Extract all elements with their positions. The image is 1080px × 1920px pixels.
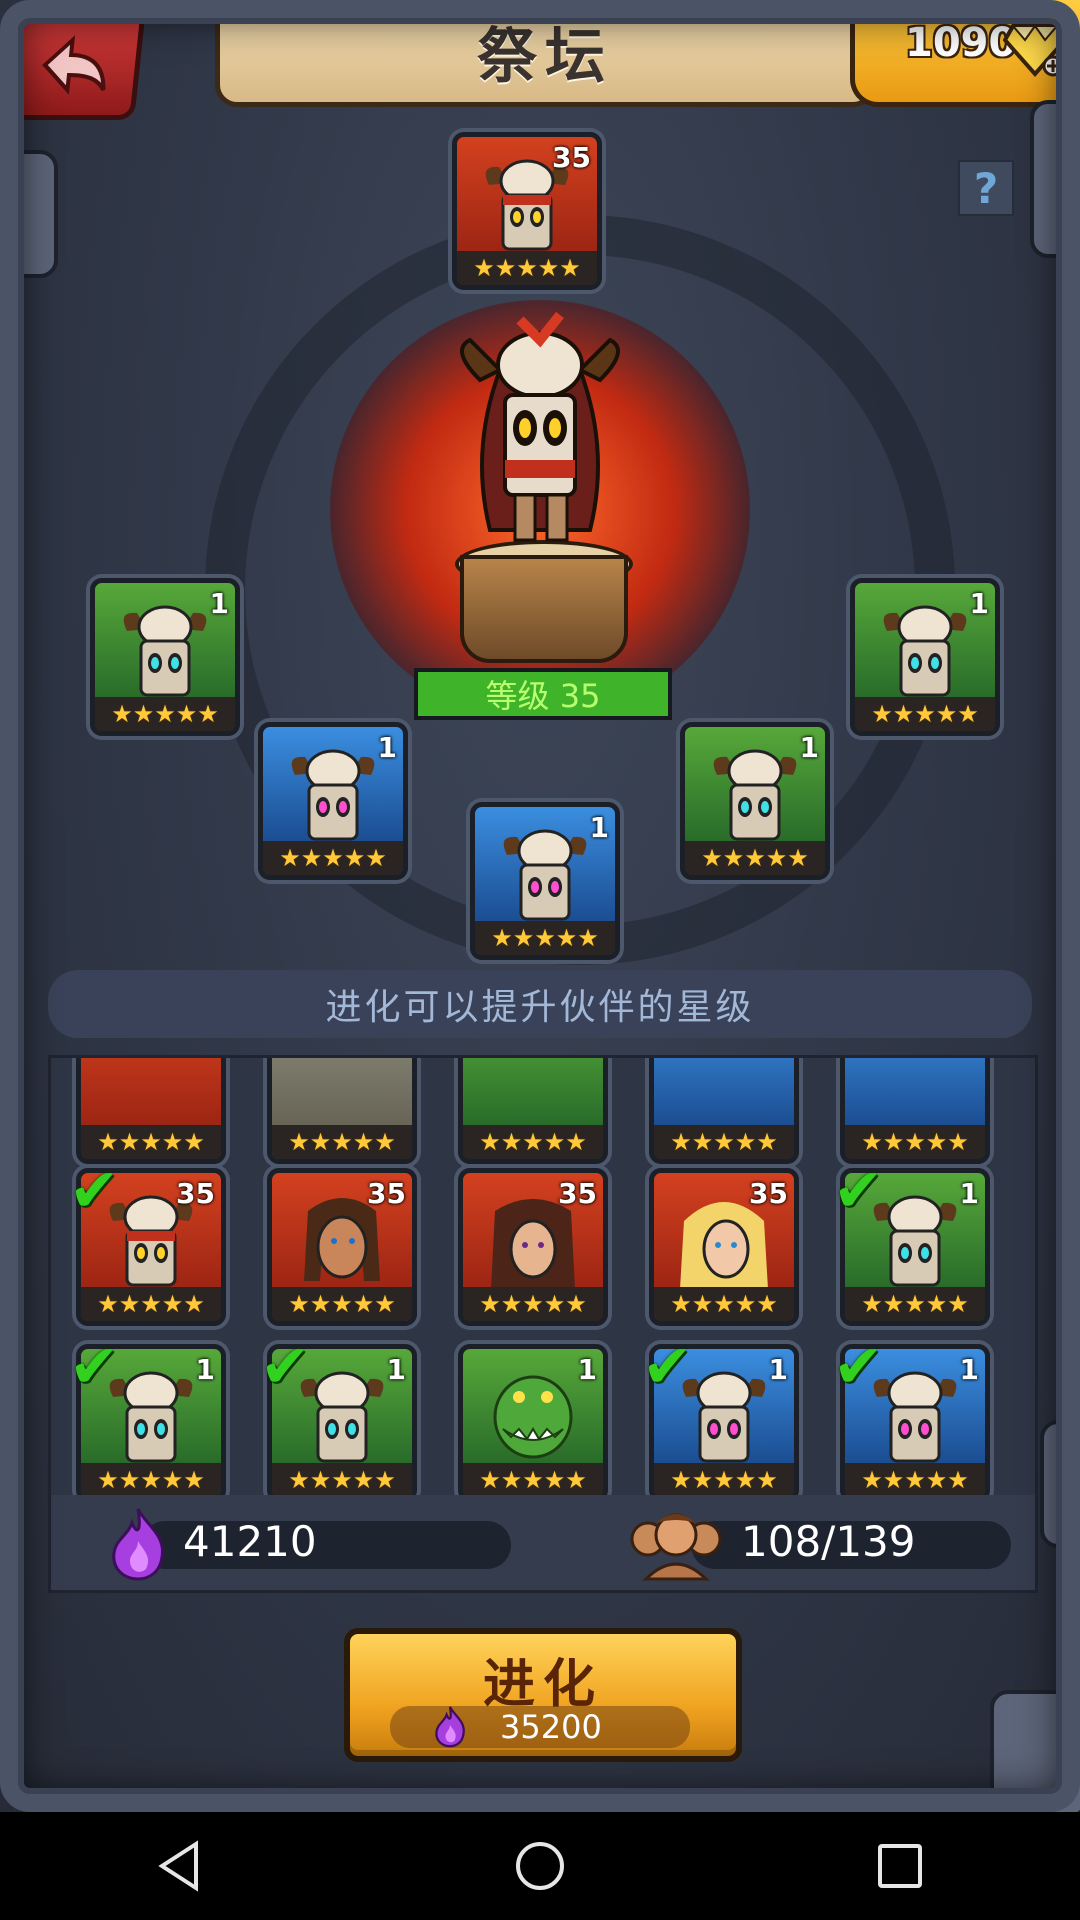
star-rating: ★★★★★	[81, 1463, 221, 1497]
star-rating: ★★★★★	[272, 1463, 412, 1497]
witch-doctor-hero-figure	[460, 311, 620, 542]
star-rating: ★★★★★	[845, 1287, 985, 1321]
checkmark-icon: ✔	[642, 1332, 693, 1402]
star-rating: ★★★★★	[95, 697, 235, 731]
purple-flame-icon	[112, 1508, 164, 1581]
evolve-button[interactable]: 进化 35200	[344, 1628, 742, 1762]
star-rating: ★★★★★	[845, 1125, 985, 1159]
star-rating: ★★★★★	[475, 921, 615, 955]
hero-card[interactable]: ★★★★★	[267, 1058, 417, 1164]
hero-level: 1	[209, 587, 229, 620]
star-rating: ★★★★★	[81, 1287, 221, 1321]
hero-level: 1	[589, 811, 609, 844]
star-rating: ★★★★★	[463, 1287, 603, 1321]
hero-level: 1	[577, 1353, 597, 1386]
page-title: 祭坛	[477, 21, 613, 92]
material-slot-2[interactable]: 1 ★★★★★	[850, 578, 1000, 736]
hero-card[interactable]: ★★★★★	[840, 1058, 990, 1164]
system-nav-bar	[0, 1812, 1080, 1920]
question-icon: ?	[973, 163, 999, 213]
hero-inventory-grid[interactable]: ★★★★★ ★★★★★ ★★★★★ ★★★★★ ★★★★★ 35 ★★★★★ ✔…	[48, 1055, 1038, 1501]
crocodile-portrait-icon	[493, 1375, 573, 1459]
star-rating: ★★★★★	[685, 841, 825, 875]
help-button[interactable]: ?	[958, 160, 1014, 216]
hero-level: 35	[552, 141, 591, 174]
witch-doctor-portrait-icon	[503, 829, 587, 921]
witch-doctor-portrait-icon	[123, 605, 207, 697]
hero-level: 1	[959, 1177, 979, 1210]
evolve-cost: 35200	[500, 1708, 602, 1746]
hero-level: 35	[367, 1177, 406, 1210]
hero-card[interactable]: 1 ★★★★★	[458, 1344, 608, 1498]
circle-home-icon	[516, 1842, 564, 1890]
pedestal	[460, 555, 628, 663]
info-banner: 进化可以提升伙伴的星级	[48, 970, 1032, 1038]
back-button[interactable]	[4, 10, 146, 120]
nav-back-button[interactable]	[140, 1826, 220, 1906]
star-rating: ★★★★★	[845, 1463, 985, 1497]
checkmark-icon: ✔	[833, 1156, 884, 1226]
witch-doctor-portrait-icon	[883, 605, 967, 697]
star-rating: ★★★★★	[855, 697, 995, 731]
star-rating: ★★★★★	[263, 841, 403, 875]
frame-rock	[990, 1690, 1080, 1812]
gem-counter[interactable]: 10903	[850, 0, 1080, 107]
material-slot-5[interactable]: 1 ★★★★★	[470, 802, 620, 960]
purple-flame-icon	[435, 1706, 465, 1748]
checkmark-icon: ✔	[69, 1156, 120, 1226]
triangle-back-icon	[158, 1840, 198, 1892]
hero-card[interactable]: 35 ★★★★★	[458, 1168, 608, 1326]
back-arrow-icon	[42, 35, 106, 95]
star-rating: ★★★★★	[463, 1463, 603, 1497]
nav-recents-button[interactable]	[860, 1826, 940, 1906]
witch-doctor-portrait-icon	[291, 749, 375, 841]
essence-count: 41210	[183, 1517, 317, 1566]
hero-card[interactable]: 35 ★★★★★	[649, 1168, 799, 1326]
witch-doctor-portrait-icon	[713, 749, 797, 841]
hero-level: 1	[768, 1353, 788, 1386]
material-slot-3[interactable]: 1 ★★★★★	[258, 722, 408, 880]
hero-card[interactable]: 35 ★★★★★	[267, 1168, 417, 1326]
checkmark-icon: ✔	[69, 1332, 120, 1402]
star-rating: ★★★★★	[654, 1287, 794, 1321]
hero-level: 1	[386, 1353, 406, 1386]
star-rating: ★★★★★	[654, 1125, 794, 1159]
star-rating: ★★★★★	[272, 1125, 412, 1159]
altar-screen: 祭坛 10903 ? 35 ★★★★★ 等级 35 1 ★★★★★ 1 ★★★★…	[0, 0, 1080, 1812]
hero-level: 35	[176, 1177, 215, 1210]
frame-rock	[0, 150, 58, 278]
material-slot-1[interactable]: 1 ★★★★★	[90, 578, 240, 736]
hero-card[interactable]: ★★★★★	[76, 1058, 226, 1164]
star-rating: ★★★★★	[463, 1125, 603, 1159]
nav-home-button[interactable]	[500, 1826, 580, 1906]
hero-capacity: 108/139	[741, 1517, 916, 1566]
star-rating: ★★★★★	[81, 1125, 221, 1159]
star-rating: ★★★★★	[457, 251, 597, 285]
frame-rock	[1030, 100, 1080, 258]
diamond-icon	[1003, 24, 1067, 78]
checkmark-icon: ✔	[833, 1332, 884, 1402]
square-recents-icon	[878, 1844, 922, 1888]
hero-level: 1	[195, 1353, 215, 1386]
hero-level: 1	[377, 731, 397, 764]
hero-level: 35	[749, 1177, 788, 1210]
hero-level-bar: 等级 35	[414, 668, 672, 720]
hero-group-icon	[630, 1513, 722, 1581]
hero-card[interactable]: ★★★★★	[458, 1058, 608, 1164]
hero-level: 1	[969, 587, 989, 620]
hero-level: 1	[959, 1353, 979, 1386]
star-rating: ★★★★★	[654, 1463, 794, 1497]
resource-bar: 41210 108/139	[48, 1495, 1038, 1593]
hero-level: 35	[558, 1177, 597, 1210]
hero-card[interactable]: ★★★★★	[649, 1058, 799, 1164]
checkmark-icon: ✔	[260, 1332, 311, 1402]
frame-rock	[1040, 1420, 1080, 1548]
star-rating: ★★★★★	[272, 1287, 412, 1321]
material-slot-4[interactable]: 1 ★★★★★	[680, 722, 830, 880]
title-banner: 祭坛	[215, 0, 875, 107]
hero-level: 1	[799, 731, 819, 764]
target-hero-card[interactable]: 35 ★★★★★	[452, 132, 602, 290]
